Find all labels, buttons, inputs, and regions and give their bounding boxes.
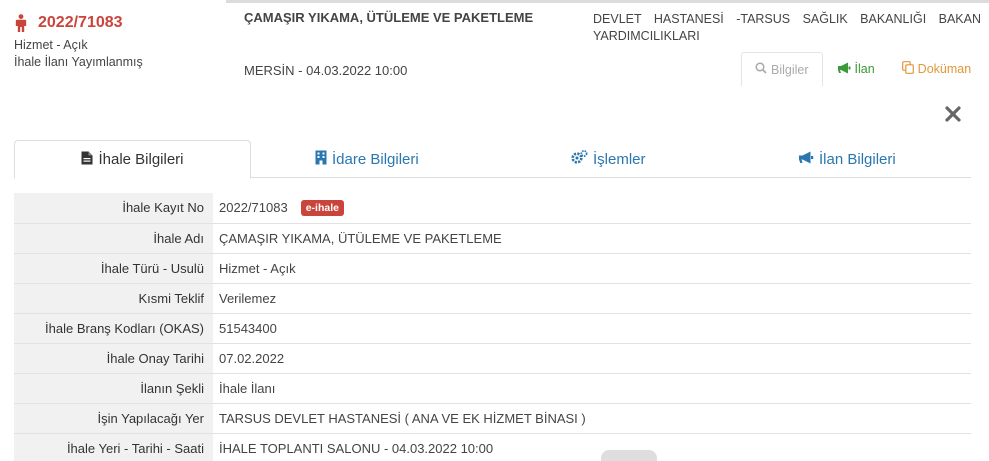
e-ihale-badge: e-ihale <box>300 199 344 216</box>
row-label: İşin Yapılacağı Yer <box>14 403 213 434</box>
table-row: İhale Yeri - Tarihi - Saati İHALE TOPLAN… <box>14 433 971 461</box>
close-icon[interactable] <box>944 105 962 123</box>
scroll-to-top-handle[interactable] <box>601 450 657 461</box>
row-value: Hizmet - Açık <box>213 253 971 284</box>
ilan-label: İlan <box>854 62 875 76</box>
row-value: İhale İlanı <box>213 373 971 404</box>
table-row: İlanın Şekli İhale İlanı <box>14 373 971 404</box>
bullhorn-icon <box>837 62 855 77</box>
dokuman-button[interactable]: Doküman <box>901 61 972 77</box>
row-label: İhale Branş Kodları (OKAS) <box>14 313 213 344</box>
row-label: İhale Adı <box>14 223 213 254</box>
person-icon <box>14 14 28 32</box>
tender-title: ÇAMAŞIR YIKAMA, ÜTÜLEME VE PAKETLEME <box>244 10 534 25</box>
bullhorn-icon <box>798 151 819 168</box>
tab-ilan-bilgileri[interactable]: İlan Bilgileri <box>798 140 896 178</box>
tender-summary: 2022/71083 Hizmet - Açık İhale İlanı Yay… <box>14 14 143 69</box>
table-row: Kısmi Teklif Verilemez <box>14 283 971 314</box>
contracting-authority: DEVLET HASTANESİ -TARSUS SAĞLIK BAKANLIĞ… <box>593 12 981 43</box>
search-icon <box>755 62 771 77</box>
row-label: Kısmi Teklif <box>14 283 213 314</box>
row-value-cell: 2022/71083 e-ihale <box>213 193 971 224</box>
tab-label: İşlemler <box>593 150 646 168</box>
file-icon <box>81 151 98 169</box>
tender-status: İhale İlanı Yayımlanmış <box>14 55 143 69</box>
bilgiler-button[interactable]: Bilgiler <box>741 52 823 86</box>
table-row: İşin Yapılacağı Yer TARSUS DEVLET HASTAN… <box>14 403 971 434</box>
table-row: İhale Türü - Usulü Hizmet - Açık <box>14 253 971 284</box>
row-value: 2022/71083 <box>219 199 288 215</box>
row-value: İHALE TOPLANTI SALONU - 04.03.2022 10:00 <box>213 433 971 461</box>
row-value: ÇAMAŞIR YIKAMA, ÜTÜLEME VE PAKETLEME <box>213 223 971 254</box>
row-label: İhale Türü - Usulü <box>14 253 213 284</box>
row-label: İhale Yeri - Tarihi - Saati <box>14 433 213 461</box>
tender-details-table: İhale Kayıt No 2022/71083 e-ihale İhale A… <box>14 193 971 461</box>
row-label: İlanın Şekli <box>14 373 213 404</box>
row-value: TARSUS DEVLET HASTANESİ ( ANA VE EK HİZM… <box>213 403 971 434</box>
tab-label: İlan Bilgileri <box>819 150 896 168</box>
table-row: İhale Branş Kodları (OKAS) 51543400 <box>14 313 971 344</box>
row-value: Verilemez <box>213 283 971 314</box>
tab-idare-bilgileri[interactable]: İdare Bilgileri <box>315 140 419 178</box>
dokuman-label: Doküman <box>917 62 972 76</box>
building-icon <box>315 150 332 169</box>
bilgiler-label: Bilgiler <box>771 62 809 77</box>
top-divider <box>226 0 989 3</box>
record-number: 2022/71083 <box>38 14 123 31</box>
tender-type: Hizmet - Açık <box>14 38 88 52</box>
tab-label: İdare Bilgileri <box>332 150 419 168</box>
tab-islemler[interactable]: İşlemler <box>571 140 646 178</box>
row-value: 51543400 <box>213 313 971 344</box>
ilan-button[interactable]: İlan <box>837 62 875 77</box>
detail-tabs: İhale Bilgileri İdare Bilgileri İşlemler… <box>14 140 971 179</box>
table-row: İhale Kayıt No 2022/71083 e-ihale <box>14 193 971 224</box>
action-bar: Bilgiler İlan Doküman <box>741 52 971 86</box>
row-label: İhale Onay Tarihi <box>14 343 213 374</box>
copy-icon <box>901 61 918 77</box>
gears-icon <box>571 150 593 168</box>
tab-label: İhale Bilgileri <box>98 151 184 168</box>
tender-place-date: MERSİN - 04.03.2022 10:00 <box>244 63 408 78</box>
row-label: İhale Kayıt No <box>14 193 213 224</box>
record-row: 2022/71083 <box>14 14 143 32</box>
table-row: İhale Adı ÇAMAŞIR YIKAMA, ÜTÜLEME VE PAK… <box>14 223 971 254</box>
row-value: 07.02.2022 <box>213 343 971 374</box>
table-row: İhale Onay Tarihi 07.02.2022 <box>14 343 971 374</box>
tab-ihale-bilgileri[interactable]: İhale Bilgileri <box>14 140 251 179</box>
